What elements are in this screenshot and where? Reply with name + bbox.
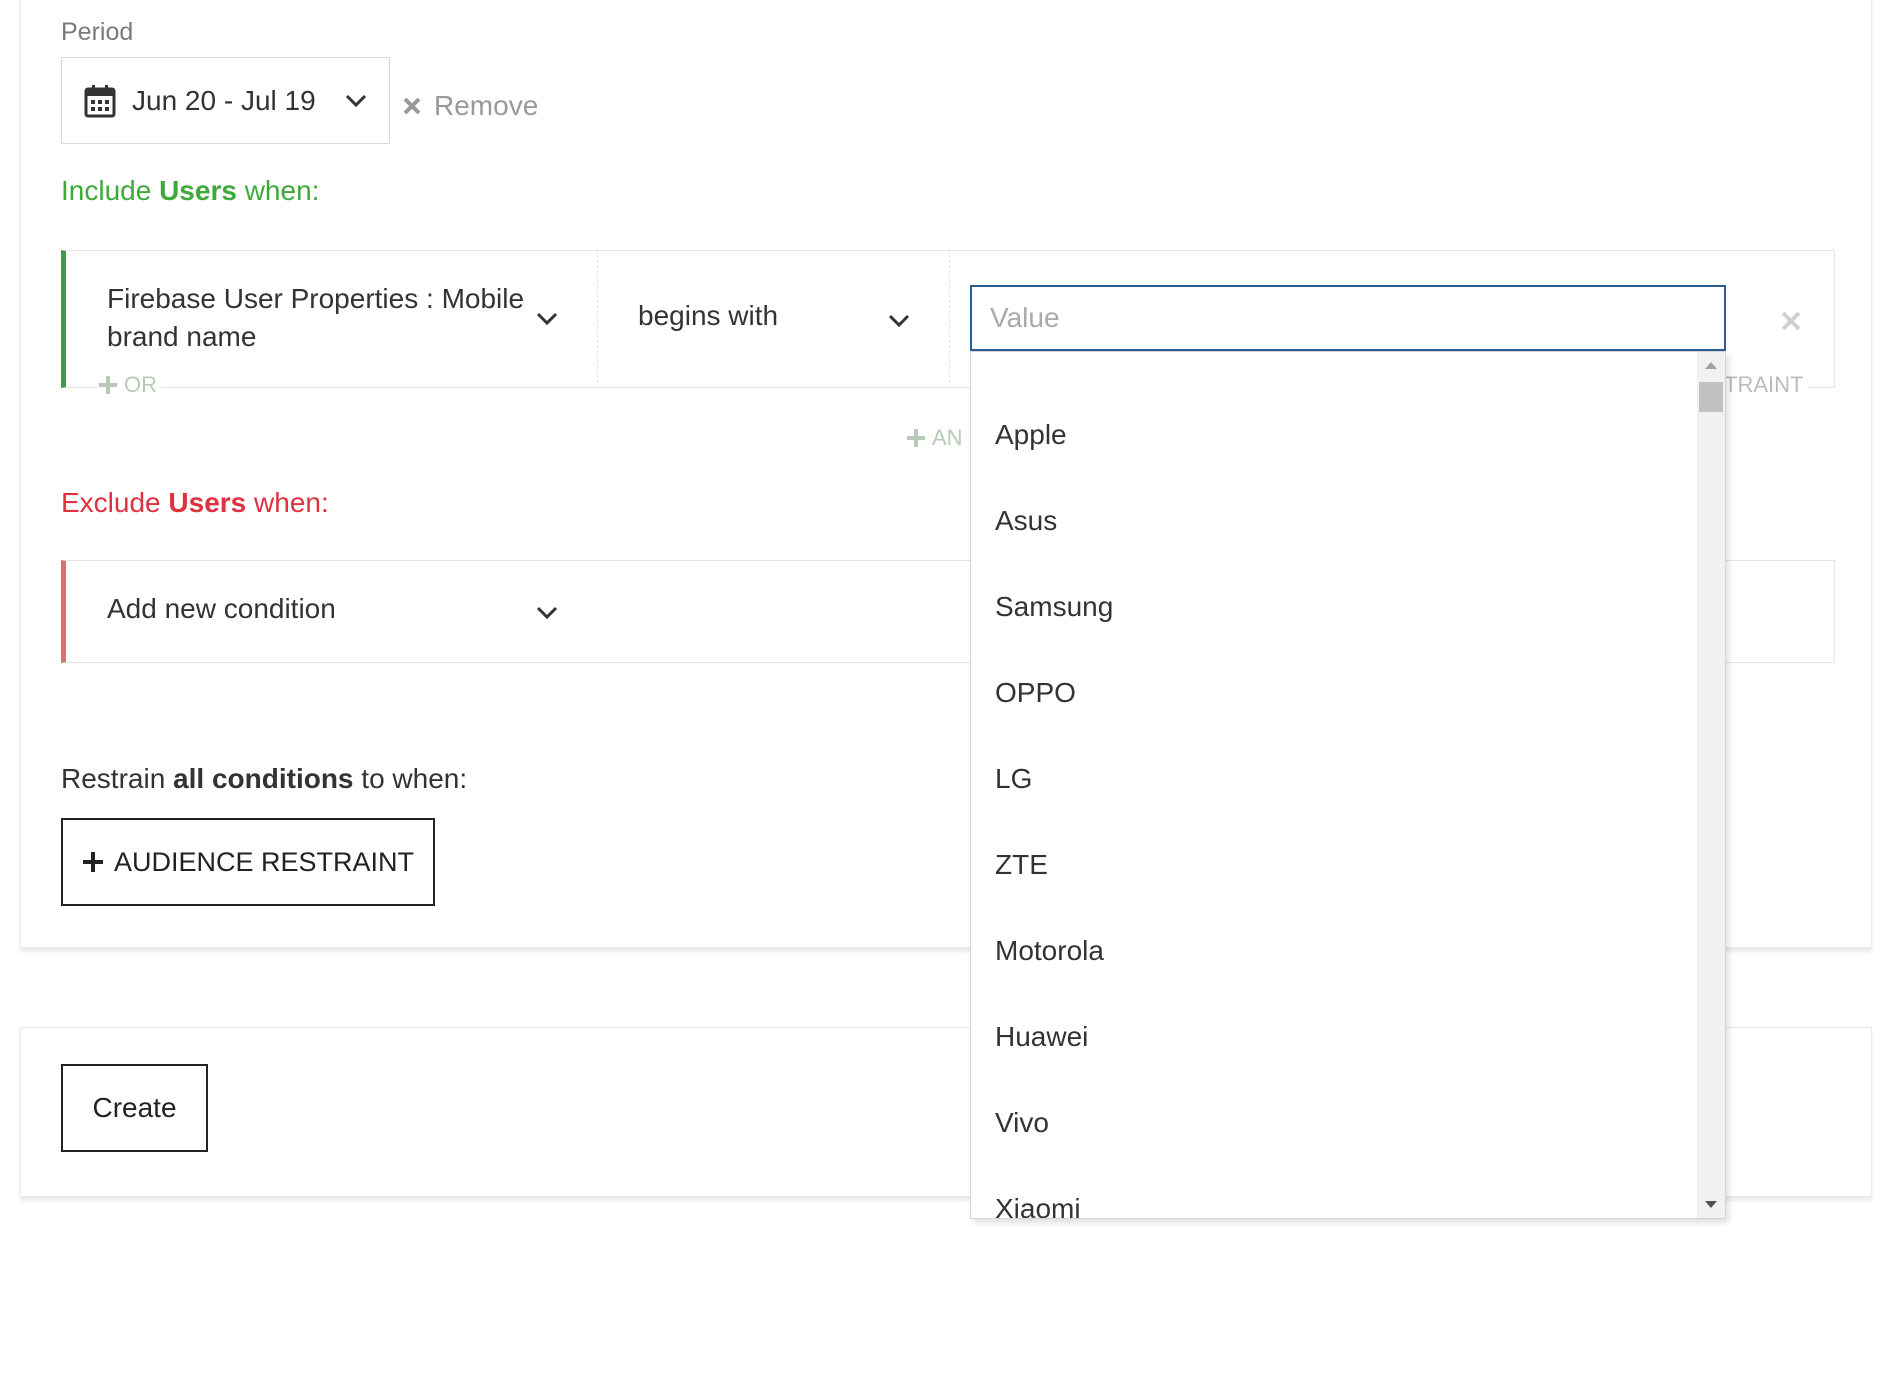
plus-icon <box>907 429 925 447</box>
remove-period-button[interactable]: Remove <box>402 90 538 122</box>
remove-label: Remove <box>434 90 539 121</box>
chevron-down-icon <box>345 94 367 107</box>
operator-value: begins with <box>638 300 779 331</box>
add-or-button[interactable]: OR <box>98 372 161 398</box>
and-label: AN <box>932 425 963 450</box>
include-title: Include Users when: <box>61 175 320 206</box>
plus-icon <box>99 376 117 394</box>
period-value: Jun 20 - Jul 19 <box>132 84 316 116</box>
exclude-title: Exclude Users when: <box>61 487 329 518</box>
property-select[interactable]: Firebase User Properties : Mobile brand … <box>66 250 598 388</box>
suggestion-item[interactable]: Asus <box>971 478 1691 564</box>
suggestion-item[interactable]: Vivo <box>971 1080 1691 1166</box>
suggestion-item[interactable]: Motorola <box>971 908 1691 994</box>
audience-restraint-button[interactable]: AUDIENCE RESTRAINT <box>61 818 435 906</box>
scroll-up-arrow-icon[interactable] <box>1705 362 1717 369</box>
chevron-down-icon <box>888 314 910 328</box>
plus-icon <box>82 852 103 872</box>
create-button[interactable]: Create <box>61 1064 208 1152</box>
add-new-condition-label: Add new condition <box>107 593 336 624</box>
or-label: OR <box>124 372 157 397</box>
period-label: Period <box>61 18 134 46</box>
suggestion-item[interactable]: Xiaomi <box>971 1166 1691 1218</box>
close-icon <box>403 97 421 115</box>
scrollbar-thumb[interactable] <box>1699 382 1723 412</box>
value-input[interactable] <box>970 285 1726 351</box>
value-suggestions-dropdown: Apple Asus Samsung OPPO LG ZTE Motorola … <box>970 351 1726 1219</box>
operator-select[interactable]: begins with <box>598 250 950 388</box>
suggestion-item[interactable]: ZTE <box>971 822 1691 908</box>
restrain-title: Restrain all conditions to when: <box>61 763 468 794</box>
restraint-link-fragment[interactable]: TRAINT <box>1724 372 1808 398</box>
chevron-down-icon <box>536 312 558 326</box>
suggestion-item[interactable]: Huawei <box>971 994 1691 1080</box>
add-and-button[interactable]: AN <box>906 425 963 451</box>
suggestion-item[interactable]: OPPO <box>971 650 1691 736</box>
property-value: Firebase User Properties : Mobile brand … <box>107 283 525 352</box>
dropdown-scrollbar[interactable] <box>1697 352 1725 1218</box>
suggestion-item[interactable]: LG <box>971 736 1691 822</box>
period-select[interactable]: Jun 20 - Jul 19 <box>61 57 390 144</box>
chevron-down-icon <box>536 606 558 620</box>
suggestion-item[interactable]: Apple <box>971 392 1691 478</box>
audience-restraint-label: AUDIENCE RESTRAINT <box>113 846 415 877</box>
suggestions-list: Apple Asus Samsung OPPO LG ZTE Motorola … <box>971 392 1691 1218</box>
close-icon[interactable] <box>1780 310 1802 332</box>
scroll-down-arrow-icon[interactable] <box>1705 1201 1717 1208</box>
suggestion-item[interactable]: Samsung <box>971 564 1691 650</box>
calendar-icon <box>84 84 116 117</box>
